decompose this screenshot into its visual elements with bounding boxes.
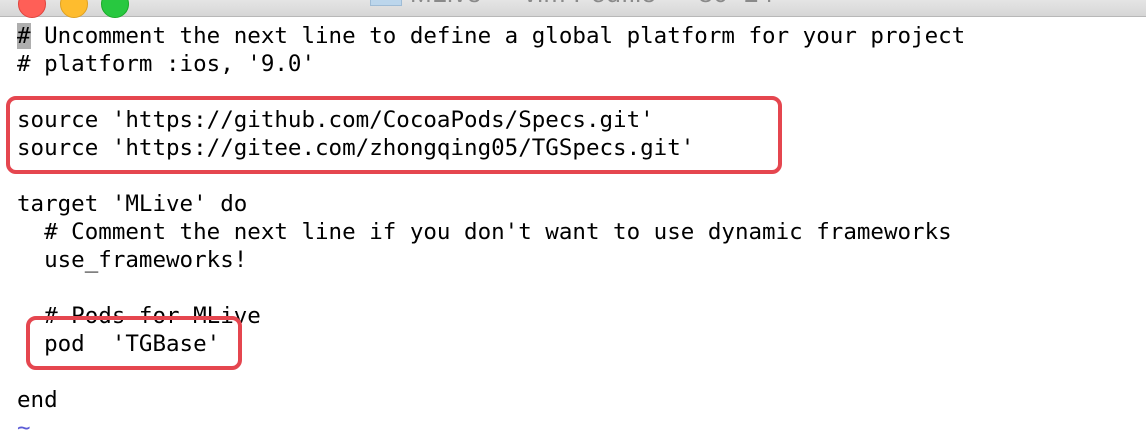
source-lines-highlight bbox=[6, 96, 782, 174]
title-bar[interactable]: MLive — vim Podfile — 80×24 bbox=[0, 0, 1146, 18]
zoom-button[interactable] bbox=[101, 0, 129, 18]
terminal-window: MLive — vim Podfile — 80×24 # Uncomment … bbox=[0, 0, 1146, 436]
code-line-8: # Comment the next line if you don't wan… bbox=[17, 219, 952, 245]
code-line-2: # platform :ios, '9.0' bbox=[17, 51, 316, 77]
empty-line-tilde: ~ bbox=[17, 415, 31, 436]
close-button[interactable] bbox=[18, 0, 46, 18]
code-line-1-text: Uncomment the next line to define a glob… bbox=[30, 23, 966, 49]
code-line-9: use_frameworks! bbox=[17, 247, 248, 273]
code-line-14: end bbox=[17, 387, 58, 413]
code-line-1: # Uncomment the next line to define a gl… bbox=[17, 22, 965, 50]
window-title: MLive — vim Podfile — 80×24 bbox=[410, 0, 774, 9]
minimize-button[interactable] bbox=[60, 0, 88, 18]
vim-editor[interactable]: # Uncomment the next line to define a gl… bbox=[17, 22, 965, 436]
folder-icon bbox=[370, 0, 402, 6]
text-cursor: # bbox=[17, 23, 31, 49]
code-line-7: target 'MLive' do bbox=[17, 191, 248, 217]
pod-line-highlight bbox=[26, 316, 242, 370]
